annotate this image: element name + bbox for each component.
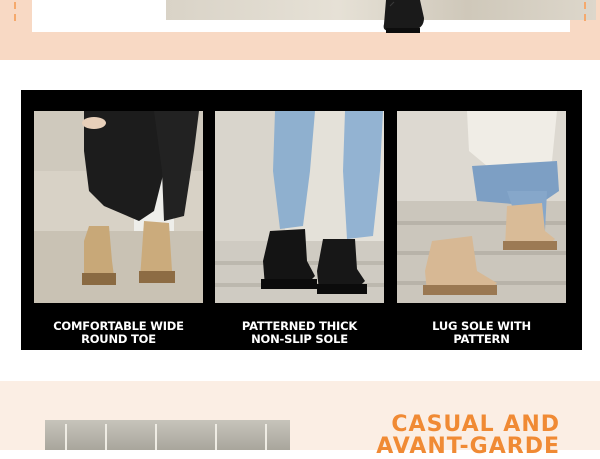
promo-photo [45, 420, 290, 450]
left-dash-decoration [14, 2, 16, 24]
feature-caption: COMFORTABLE WIDE ROUND TOE [53, 319, 184, 346]
feature-caption: LUG SOLE WITH PATTERN [432, 319, 531, 346]
tan-chelsea-boot-photo [34, 111, 203, 303]
black-chelsea-boot-photo [215, 111, 384, 303]
promo-headline: CASUAL AND AVANT-GARDE [376, 412, 560, 459]
feature-panel-non-slip-sole: PATTERNED THICK NON-SLIP SOLE [215, 111, 384, 346]
black-boot-icon [383, 0, 424, 33]
feature-panel-round-toe: COMFORTABLE WIDE ROUND TOE [34, 111, 203, 346]
top-product-card [32, 0, 596, 33]
top-banner-band [0, 0, 600, 60]
beige-chelsea-boot-photo [397, 111, 566, 303]
feature-panel-lug-sole: LUG SOLE WITH PATTERN [397, 111, 566, 346]
feature-caption: PATTERNED THICK NON-SLIP SOLE [241, 319, 358, 346]
feature-strip: COMFORTABLE WIDE ROUND TOE PATTERNED THI… [21, 90, 582, 350]
right-dash-decoration [584, 2, 586, 24]
